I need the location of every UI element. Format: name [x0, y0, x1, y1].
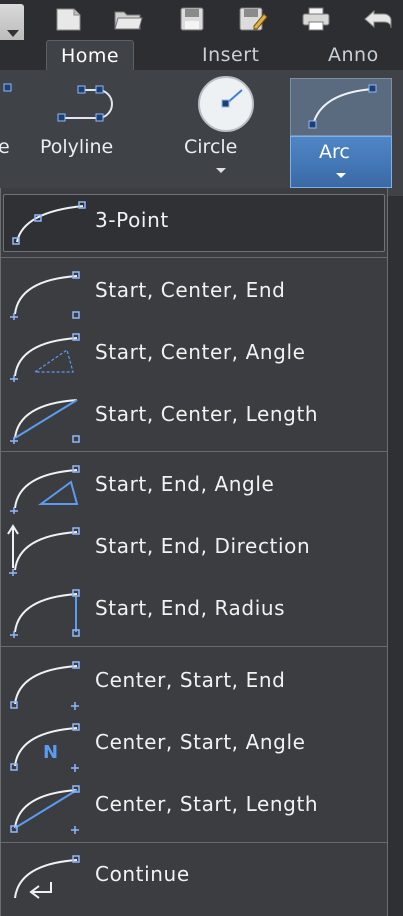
line-label: e	[0, 136, 10, 158]
polyline-tool-button[interactable]: Polyline	[38, 70, 156, 190]
drawing-area-edge	[388, 196, 403, 916]
arc-center-start-length-icon	[10, 785, 80, 834]
arc-start-end-radius-icon	[10, 589, 80, 638]
menu-item-label: Center, Start, Angle	[95, 730, 306, 754]
svg-text:N: N	[43, 742, 58, 763]
arc-button-top[interactable]	[290, 78, 392, 136]
arc-dropdown-caret[interactable]	[336, 173, 346, 178]
menu-item-label: 3-Point	[95, 208, 169, 232]
arc-button-bottom[interactable]: Arc	[290, 136, 392, 188]
menu-item-label: Start, Center, Length	[95, 402, 319, 426]
menu-item-start-center-angle[interactable]: Start, Center, Angle	[1, 326, 387, 384]
arc-continue-icon	[14, 855, 80, 899]
menu-item-center-start-end[interactable]: Center, Start, End	[1, 654, 387, 712]
menu-item-label: Center, Start, End	[95, 668, 286, 692]
new-file-icon[interactable]	[52, 6, 84, 32]
menu-item-label: Start, End, Radius	[95, 596, 286, 620]
circle-label: Circle	[184, 136, 238, 158]
quick-access-toolbar	[0, 0, 403, 64]
menu-item-center-start-angle[interactable]: N Center, Start, Angle	[1, 716, 387, 774]
open-folder-icon[interactable]	[112, 6, 144, 32]
menu-item-continue[interactable]: Continue	[1, 848, 387, 906]
circle-dropdown-caret[interactable]	[216, 168, 226, 173]
arc-start-end-angle-icon	[10, 465, 80, 514]
menu-separator	[1, 842, 387, 843]
arc-icon	[308, 84, 377, 129]
arc-start-center-angle-icon	[10, 333, 80, 382]
menu-separator	[1, 646, 387, 647]
arc-label: Arc	[319, 141, 350, 163]
menu-item-label: Start, Center, End	[95, 278, 286, 302]
plot-printer-icon[interactable]	[300, 6, 332, 32]
arc-dropdown-menu: 3-Point Start, Center, End Start, Center…	[0, 188, 388, 916]
undo-icon[interactable]	[362, 6, 394, 32]
menu-item-start-end-angle[interactable]: Start, End, Angle	[1, 458, 387, 516]
ribbon-draw-panel: e Polyline Circle Arc	[0, 70, 403, 196]
menu-separator	[1, 451, 387, 452]
menu-separator	[1, 257, 387, 258]
arc-start-center-end-icon	[10, 271, 80, 320]
line-icon	[3, 83, 12, 92]
menu-item-start-end-radius[interactable]: Start, End, Radius	[1, 582, 387, 640]
arc-center-start-end-icon	[10, 661, 80, 710]
arc-3-point-icon	[12, 201, 86, 245]
save-as-icon[interactable]	[236, 6, 268, 32]
menu-item-start-center-end[interactable]: Start, Center, End	[1, 264, 387, 322]
menu-item-label: Continue	[95, 862, 190, 886]
menu-item-start-end-direction[interactable]: Start, End, Direction	[1, 520, 387, 578]
menu-item-center-start-length[interactable]: Center, Start, Length	[1, 778, 387, 836]
circle-icon	[198, 76, 254, 132]
arc-center-start-angle-icon: N	[10, 723, 80, 772]
menu-item-label: Center, Start, Length	[95, 792, 319, 816]
line-tool-button[interactable]: e	[0, 70, 30, 190]
arc-tool-button[interactable]: Arc	[290, 78, 392, 188]
tab-insert[interactable]: Insert	[202, 40, 260, 70]
menu-item-3-point[interactable]: 3-Point	[1, 194, 387, 252]
ribbon-tab-bar: Home Insert Anno	[0, 40, 403, 70]
circle-tool-button[interactable]: Circle	[176, 70, 272, 190]
menu-item-start-center-length[interactable]: Start, Center, Length	[1, 388, 387, 446]
tab-annotate[interactable]: Anno	[328, 40, 379, 70]
arc-start-center-length-icon	[10, 399, 80, 444]
polyline-label: Polyline	[40, 136, 114, 158]
save-icon[interactable]	[176, 6, 208, 32]
menu-item-label: Start, Center, Angle	[95, 340, 306, 364]
arc-start-end-direction-icon	[7, 524, 80, 576]
polyline-icon	[57, 85, 113, 122]
menu-item-label: Start, End, Angle	[95, 472, 275, 496]
tab-home[interactable]: Home	[46, 40, 135, 70]
menu-item-label: Start, End, Direction	[95, 534, 311, 558]
